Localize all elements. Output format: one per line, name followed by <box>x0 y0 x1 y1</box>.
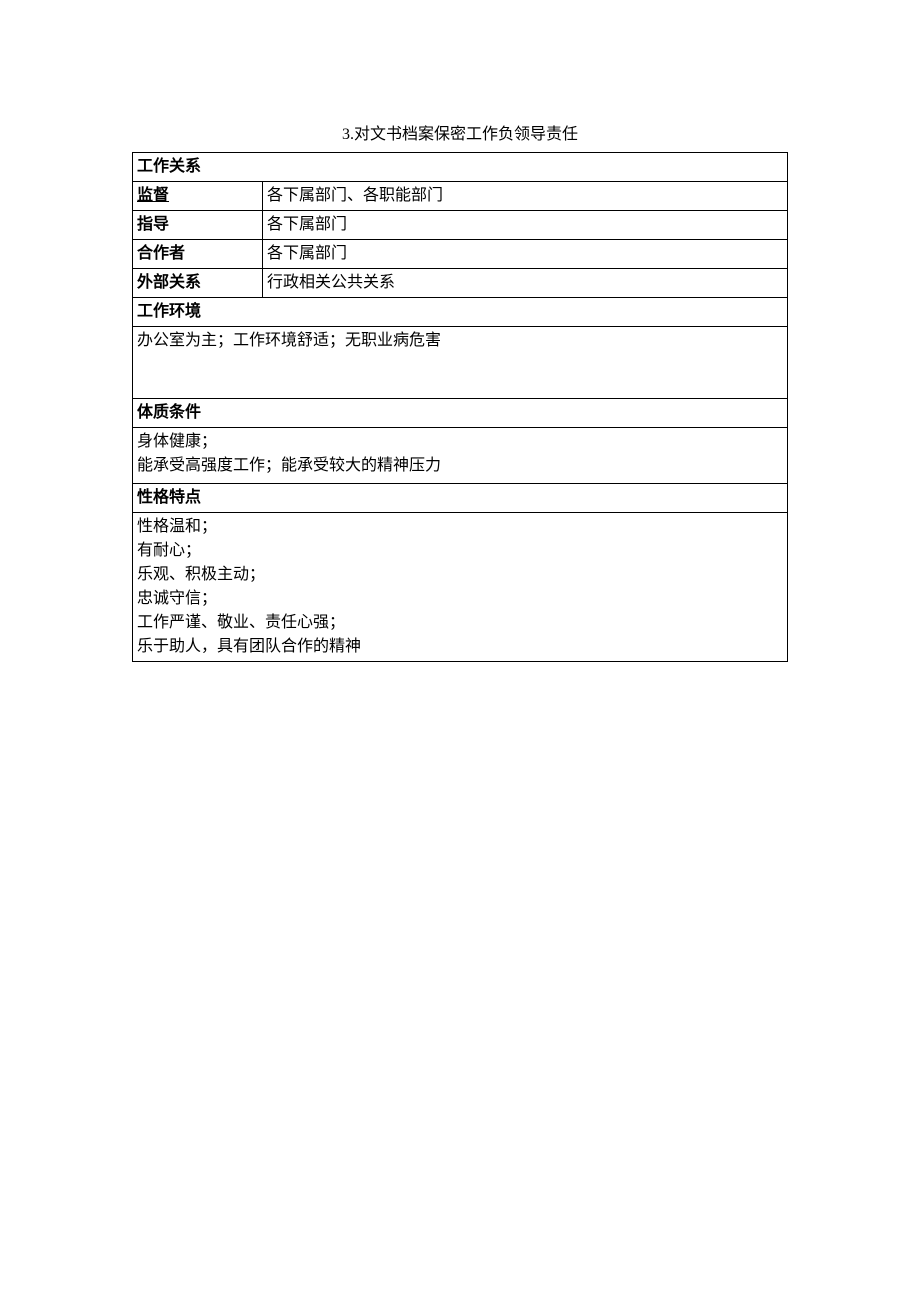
supervision-value: 各下属部门、各职能部门 <box>263 182 788 211</box>
collaborator-label: 合作者 <box>133 240 263 269</box>
personality-content: 性格温和；有耐心；乐观、积极主动；忠诚守信；工作严谨、敬业、责任心强；乐于助人，… <box>133 513 788 662</box>
collaborator-value: 各下属部门 <box>263 240 788 269</box>
work-environment-content: 办公室为主；工作环境舒适；无职业病危害 <box>133 327 788 399</box>
physical-conditions-content: 身体健康；能承受高强度工作；能承受较大的精神压力 <box>133 428 788 484</box>
work-environment-header: 工作环境 <box>133 298 788 327</box>
guidance-label: 指导 <box>133 211 263 240</box>
work-relations-header: 工作关系 <box>133 153 788 182</box>
supervision-label: 监督 <box>133 182 263 211</box>
external-relations-label: 外部关系 <box>133 269 263 298</box>
job-description-table: 工作关系 监督 各下属部门、各职能部门 指导 各下属部门 合作者 各下属部门 外… <box>132 152 788 662</box>
guidance-value: 各下属部门 <box>263 211 788 240</box>
personality-header: 性格特点 <box>133 484 788 513</box>
external-relations-value: 行政相关公共关系 <box>263 269 788 298</box>
physical-conditions-header: 体质条件 <box>133 399 788 428</box>
header-line: 3.对文书档案保密工作负领导责任 <box>0 120 920 144</box>
